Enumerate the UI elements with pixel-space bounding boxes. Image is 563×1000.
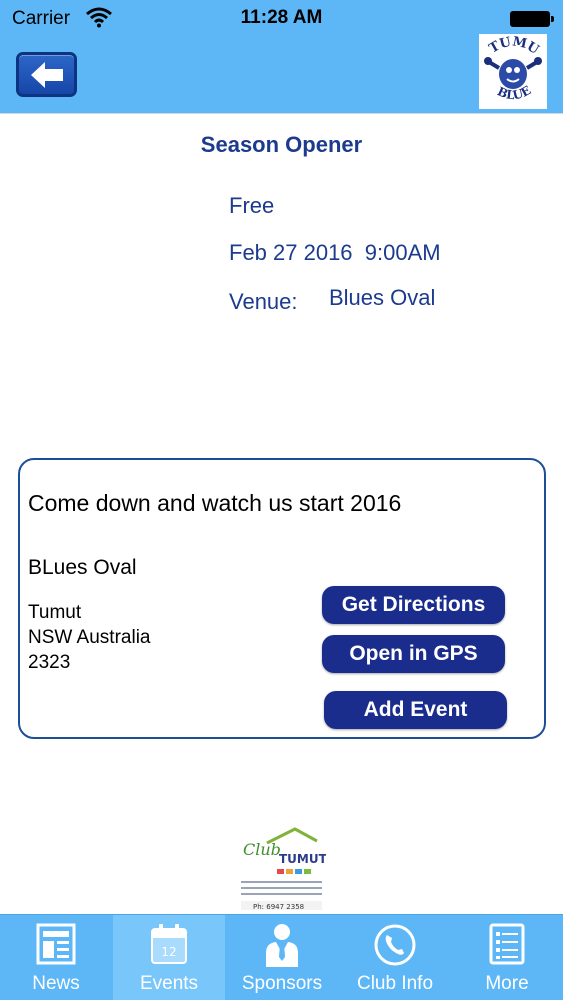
nav-bar: TUMUT BLUES: [0, 23, 563, 114]
tab-events[interactable]: 12 Events: [113, 915, 225, 1000]
tab-label: Club Info: [356, 973, 434, 994]
tab-label: Sponsors: [241, 973, 323, 994]
open-in-gps-button[interactable]: Open in GPS: [322, 635, 505, 673]
svg-text:TUMUT: TUMUT: [279, 852, 326, 866]
address-line: 2323: [28, 652, 71, 673]
svg-text:Ph: 6947 2358: Ph: 6947 2358: [253, 903, 304, 911]
news-icon: [36, 923, 76, 965]
club-logo: TUMUT BLUES: [474, 23, 547, 109]
tab-more[interactable]: More: [451, 915, 563, 1000]
left-arrow-icon: [31, 62, 63, 88]
event-datetime: Feb 27 2016 9:00AM: [229, 240, 441, 265]
svg-text:12: 12: [161, 945, 176, 959]
tab-sponsors[interactable]: Sponsors: [226, 915, 338, 1000]
clock: 11:28 AM: [240, 7, 323, 28]
location-name: BLues Oval: [28, 556, 137, 579]
address-line: NSW Australia: [28, 627, 151, 648]
svg-text:TUMUT: TUMUT: [479, 34, 542, 58]
sponsor-banner[interactable]: Club TUMUT Ph: 6947 2358: [237, 825, 328, 912]
person-tie-icon: [266, 924, 298, 967]
svg-text:Club: Club: [243, 840, 281, 859]
battery-icon: [510, 11, 554, 27]
address-line: Tumut: [28, 602, 82, 623]
tab-bar: News 12 Events Sponsors Club Info More: [0, 914, 563, 1000]
venue-label: Venue:: [229, 289, 298, 314]
tab-club-info[interactable]: Club Info: [339, 915, 451, 1000]
venue-value: Blues Oval: [329, 285, 436, 310]
event-description: Come down and watch us start 2016: [28, 490, 402, 516]
event-title: Season Opener: [200, 132, 363, 157]
event-details-panel: Come down and watch us start 2016 BLues …: [18, 458, 546, 739]
list-icon: [489, 923, 525, 965]
back-button[interactable]: [16, 52, 77, 97]
tab-label: News: [32, 973, 80, 994]
event-price: Free: [229, 193, 275, 218]
calendar-icon: 12: [151, 924, 187, 964]
tab-label: Events: [139, 973, 199, 994]
tab-news[interactable]: News: [0, 915, 112, 1000]
tab-label: More: [485, 973, 529, 994]
phone-icon: [374, 924, 416, 966]
add-event-button[interactable]: Add Event: [324, 691, 507, 729]
get-directions-button[interactable]: Get Directions: [322, 586, 505, 624]
